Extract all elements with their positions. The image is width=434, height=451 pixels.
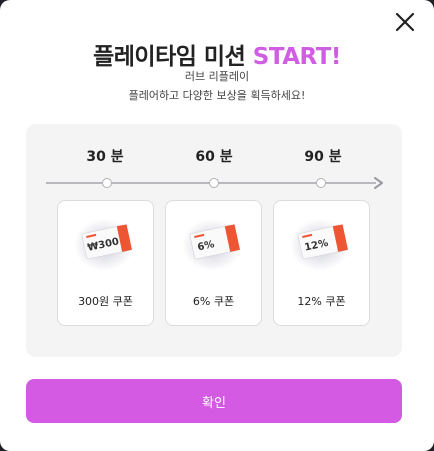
coupon-ticket-icon: 12%	[290, 219, 350, 271]
coupon-ticket-icon: 6%	[182, 219, 242, 271]
close-icon[interactable]	[394, 11, 416, 33]
arrow-right-icon	[374, 177, 383, 189]
milestone-dot-60	[209, 178, 219, 188]
reward-label-6pct: 6% 쿠폰	[192, 295, 235, 308]
reward-label-12pct: 12% 쿠폰	[297, 295, 346, 308]
title-main: 플레이타임 미션	[93, 44, 246, 70]
title-accent: START!	[252, 44, 342, 70]
modal-title: 플레이타임 미션 START!	[0, 37, 434, 71]
reward-card-12pct: 12% 12% 쿠폰	[273, 200, 370, 326]
confirm-button[interactable]: 확인	[26, 379, 402, 423]
coupon-ticket-icon: ₩300	[74, 219, 134, 271]
milestone-time-30: 30 분	[86, 149, 124, 165]
reward-label-300: 300원 쿠폰	[78, 295, 133, 308]
mission-description: 플레어하고 다양한 보상을 획득하세요!	[128, 89, 306, 102]
milestone-dot-90	[316, 178, 326, 188]
game-name: 러브 리플레이	[184, 70, 250, 83]
playtime-mission-modal: 플레이타임 미션 START! 러브 리플레이 플레어하고 다양한 보상을 획득…	[0, 0, 434, 451]
reward-card-300: ₩300 300원 쿠폰	[57, 200, 154, 326]
milestone-time-60: 60 분	[195, 149, 233, 165]
reward-card-6pct: 6% 6% 쿠폰	[165, 200, 262, 326]
milestone-dot-30	[102, 178, 112, 188]
milestone-time-90: 90 분	[304, 149, 342, 165]
